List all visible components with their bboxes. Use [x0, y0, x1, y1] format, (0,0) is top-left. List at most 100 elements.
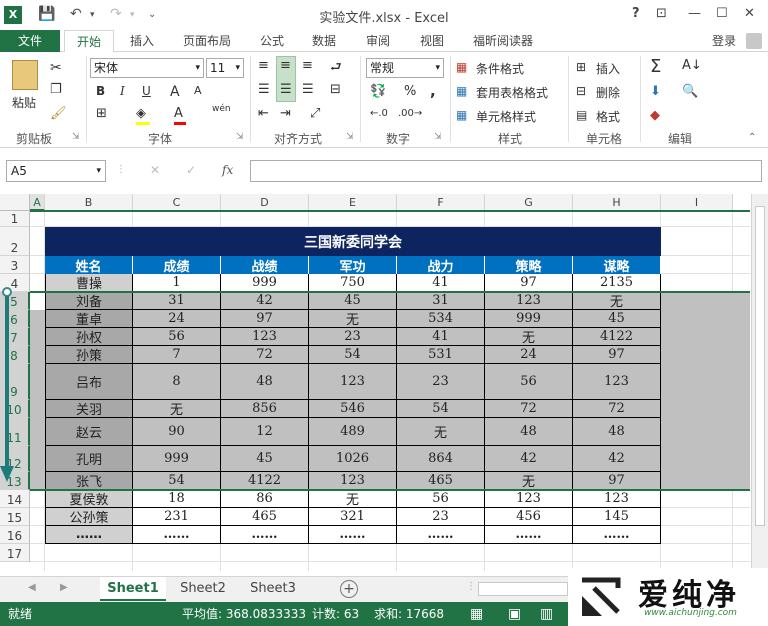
row-header-14[interactable]: 14: [0, 490, 30, 508]
tab-formulas[interactable]: 公式: [250, 30, 294, 52]
ribbon-display-icon[interactable]: ⊡: [656, 6, 667, 21]
value-cell[interactable]: 145: [573, 508, 661, 526]
value-cell[interactable]: ……: [309, 526, 397, 544]
value-cell[interactable]: 41: [397, 274, 485, 292]
align-left-icon[interactable]: ☰: [258, 82, 270, 97]
value-cell[interactable]: ……: [485, 526, 573, 544]
row-header-15[interactable]: 15: [0, 508, 30, 526]
find-select-icon[interactable]: 🔍: [682, 84, 698, 99]
align-top-icon[interactable]: ≡: [258, 58, 269, 73]
tab-foxit[interactable]: 福昕阅读器: [466, 30, 540, 52]
tab-insert[interactable]: 插入: [120, 30, 164, 52]
value-cell[interactable]: 2135: [573, 274, 661, 292]
percent-button[interactable]: %: [404, 84, 416, 99]
name-box[interactable]: A5 ▾: [6, 160, 106, 182]
tab-page-layout[interactable]: 页面布局: [174, 30, 240, 52]
scroll-thumb[interactable]: [755, 206, 765, 526]
collapse-ribbon-icon[interactable]: ⌃: [748, 132, 756, 143]
table-header-cell[interactable]: 战力: [397, 256, 485, 275]
value-cell[interactable]: 321: [309, 508, 397, 526]
value-cell[interactable]: 无: [309, 490, 397, 508]
enter-icon[interactable]: ✓: [186, 163, 196, 177]
increase-decimal-icon[interactable]: ←.0: [370, 108, 388, 119]
increase-indent-icon[interactable]: ⇥: [280, 106, 291, 121]
row-header-1[interactable]: 1: [0, 211, 30, 227]
align-bottom-icon[interactable]: ≡: [302, 58, 313, 73]
tab-review[interactable]: 审阅: [356, 30, 400, 52]
tab-file[interactable]: 文件: [0, 30, 60, 52]
page-break-view-icon[interactable]: ▥: [540, 602, 553, 626]
name-cell[interactable]: 公孙策: [45, 508, 133, 526]
column-header-e[interactable]: E: [309, 194, 397, 211]
value-cell[interactable]: 456: [485, 508, 573, 526]
row-header-3[interactable]: 3: [0, 256, 30, 274]
value-cell[interactable]: 123: [485, 490, 573, 508]
alignment-launcher-icon[interactable]: ⇲: [346, 132, 354, 142]
page-layout-view-icon[interactable]: ▣: [508, 602, 521, 626]
column-header-c[interactable]: C: [133, 194, 221, 211]
value-cell[interactable]: 18: [133, 490, 221, 508]
next-sheet-icon[interactable]: ▶: [60, 582, 68, 593]
merge-center-icon[interactable]: ⊟: [330, 82, 341, 97]
column-header-h[interactable]: H: [573, 194, 661, 211]
table-title[interactable]: 三国新委同学会: [45, 227, 661, 256]
cell-styles-button[interactable]: 单元格样式: [476, 108, 536, 125]
comma-button[interactable]: ,: [430, 82, 436, 100]
row-header-17[interactable]: 17: [0, 544, 30, 562]
font-color-icon[interactable]: A: [174, 106, 183, 121]
value-cell[interactable]: 86: [221, 490, 309, 508]
insert-function-button[interactable]: fx: [222, 163, 233, 177]
value-cell[interactable]: ……: [573, 526, 661, 544]
phonetic-icon[interactable]: wén: [212, 104, 231, 114]
avatar[interactable]: [746, 33, 762, 49]
italic-button[interactable]: I: [120, 84, 125, 98]
table-header-cell[interactable]: 姓名: [45, 256, 133, 275]
column-header-g[interactable]: G: [485, 194, 573, 211]
align-center-icon[interactable]: ☰: [280, 82, 292, 97]
cut-icon[interactable]: ✂: [50, 60, 62, 76]
underline-button[interactable]: U: [142, 84, 151, 98]
currency-icon[interactable]: 💱: [370, 84, 386, 99]
wrap-text-icon[interactable]: ⮐: [330, 58, 342, 80]
help-icon[interactable]: ?: [632, 6, 640, 21]
value-cell[interactable]: 750: [309, 274, 397, 292]
value-cell[interactable]: 465: [221, 508, 309, 526]
decrease-decimal-icon[interactable]: .00→: [398, 108, 422, 119]
horizontal-scrollbar[interactable]: [478, 582, 568, 596]
vertical-scrollbar[interactable]: [751, 194, 768, 576]
delete-cells-button[interactable]: 删除: [596, 84, 620, 101]
table-header-cell[interactable]: 策略: [485, 256, 573, 275]
tab-home[interactable]: 开始: [64, 30, 114, 53]
formula-input[interactable]: [250, 160, 762, 182]
format-cells-button[interactable]: 格式: [596, 108, 620, 125]
row-header-2[interactable]: 2: [0, 227, 30, 256]
fill-icon[interactable]: ⬇: [650, 84, 661, 99]
font-shrink-button[interactable]: A: [194, 84, 202, 97]
name-cell[interactable]: 曹操: [45, 274, 133, 292]
spreadsheet-grid[interactable]: A B C D E F G H I 1 2 3 4 5 6 7 8 9 10 11 12 13 14 15 16 17 三国新委同学…: [0, 194, 768, 576]
login-link[interactable]: 登录: [706, 30, 742, 52]
align-middle-icon[interactable]: ≡: [280, 58, 291, 73]
column-header-i[interactable]: I: [661, 194, 733, 211]
prev-sheet-icon[interactable]: ◀: [28, 582, 36, 593]
value-cell[interactable]: ……: [221, 526, 309, 544]
font-size-select[interactable]: 11 ▾: [206, 58, 244, 78]
maximize-icon[interactable]: ☐: [716, 6, 728, 21]
row-header-16[interactable]: 16: [0, 526, 30, 544]
bold-button[interactable]: B: [96, 84, 105, 98]
minimize-icon[interactable]: —: [688, 6, 701, 21]
sheet-tab-sheet1[interactable]: Sheet1: [100, 577, 166, 601]
table-header-cell[interactable]: 战绩: [221, 256, 309, 275]
clear-icon[interactable]: ◆: [650, 108, 660, 123]
number-format-select[interactable]: 常规 ▾: [366, 58, 444, 78]
value-cell[interactable]: 97: [485, 274, 573, 292]
select-all-corner[interactable]: [0, 194, 30, 211]
value-cell[interactable]: 999: [221, 274, 309, 292]
value-cell[interactable]: 23: [397, 508, 485, 526]
value-cell[interactable]: ……: [133, 526, 221, 544]
column-header-f[interactable]: F: [397, 194, 485, 211]
insert-cells-button[interactable]: 插入: [596, 60, 620, 77]
table-header-cell[interactable]: 军功: [309, 256, 397, 275]
border-icon[interactable]: ⊞: [96, 106, 107, 121]
number-launcher-icon[interactable]: ⇲: [434, 132, 442, 142]
